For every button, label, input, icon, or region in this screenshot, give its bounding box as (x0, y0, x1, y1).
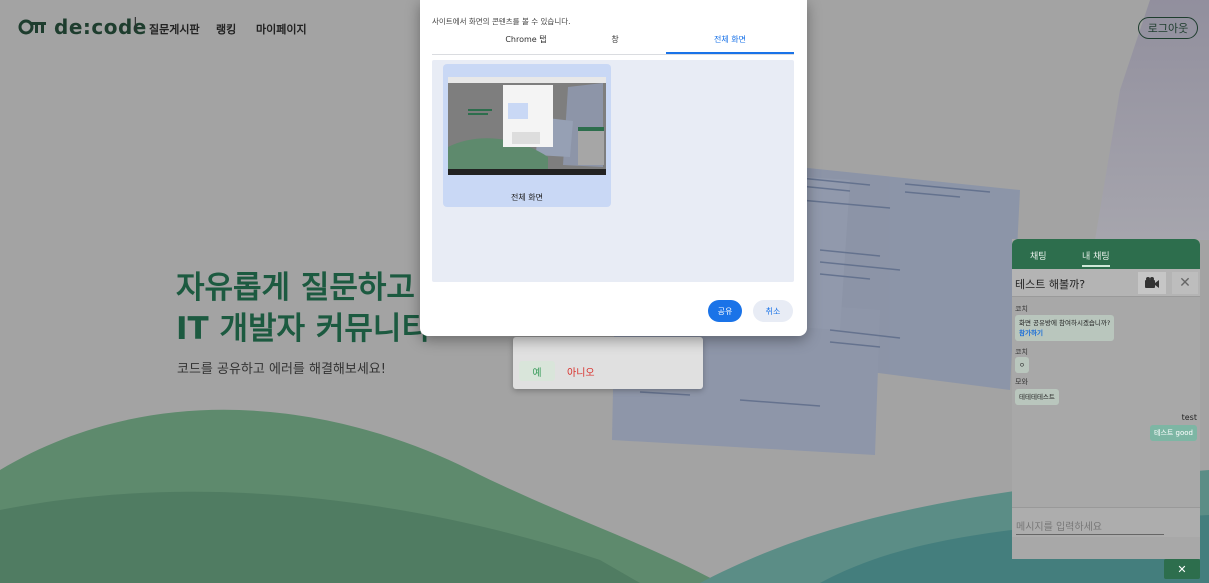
nav-link-board[interactable]: 질문게시판 (149, 21, 200, 37)
picker-description: 사이트에서 화면의 콘텐츠를 볼 수 있습니다. (432, 17, 571, 26)
join-link[interactable]: 참가하기 (1019, 328, 1110, 338)
message-bubble: ㅇ (1015, 357, 1029, 373)
hero-title-line1: 자유롭게 질문하고 딥 (176, 270, 455, 306)
tab-chat[interactable]: 채팅 (1030, 249, 1047, 262)
confirm-yes-button[interactable]: 예 (519, 361, 555, 381)
my-message-bubble: 테스트 good (1150, 425, 1197, 441)
message-text: 화면 공유방에 참여하시겠습니까? (1019, 319, 1111, 327)
logout-button[interactable]: 로그아웃 (1138, 17, 1198, 39)
key-logo-icon (18, 19, 46, 35)
nav-link-mypage[interactable]: 마이페이지 (256, 21, 307, 37)
tab-window[interactable]: 창 (551, 34, 679, 54)
chat-tabs: 채팅 내 채팅 (1012, 239, 1200, 269)
tab-my-chat[interactable]: 내 채팅 (1082, 249, 1110, 267)
source-grid: 전체 화면 (432, 60, 794, 282)
message-sender: 코치 (1015, 305, 1028, 313)
confirm-no-button[interactable]: 아니오 (567, 361, 595, 381)
input-underline (1016, 534, 1164, 535)
my-message-sender: test (1181, 413, 1197, 422)
nav-link-ranking[interactable]: 랭킹 (216, 21, 236, 37)
screen-thumbnail (448, 77, 606, 175)
chat-input[interactable]: 메시지를 입력하세요 (1012, 507, 1200, 537)
hero-subtitle: 코드를 공유하고 에러를 해결해보세요! (177, 362, 386, 377)
screen-option-label: 전체 화면 (511, 193, 543, 202)
screen-thumbnail-image (448, 77, 606, 175)
hero-title-line2: IT 개발자 커뮤니티 (176, 311, 430, 347)
nav-separator: | (133, 16, 138, 32)
chat-widget: 채팅 내 채팅 테스트 해볼까? ✕ 코치 화면 공유방에 참여하시겠습니까? … (1012, 239, 1200, 559)
chat-room-title: 테스트 해볼까? (1015, 278, 1086, 291)
chat-input-placeholder: 메시지를 입력하세요 (1016, 522, 1102, 533)
message-sender: 모와 (1015, 378, 1028, 386)
message-bubble: 화면 공유방에 참여하시겠습니까? 참가하기 (1015, 315, 1115, 341)
video-camera-glyph (1145, 277, 1159, 288)
confirm-dialog: 예 아니오 (513, 337, 703, 389)
tab-divider (432, 54, 794, 55)
chat-header: 테스트 해볼까? ✕ (1012, 269, 1200, 297)
message-bubble: 테테테테스트 (1015, 389, 1059, 405)
cancel-button[interactable]: 취소 (753, 300, 793, 322)
tab-entire-screen[interactable]: 전체 화면 (666, 34, 794, 54)
chat-minimize-button[interactable]: ✕ (1164, 559, 1200, 579)
logo[interactable]: de:code (18, 15, 147, 39)
share-button[interactable]: 공유 (708, 300, 742, 322)
video-camera-icon[interactable] (1138, 272, 1166, 294)
message-sender: 코치 (1015, 348, 1028, 356)
screen-share-picker: 사이트에서 화면의 콘텐츠를 볼 수 있습니다. Chrome 탭 창 전체 화… (420, 0, 807, 336)
chat-close-button[interactable]: ✕ (1172, 272, 1198, 294)
hero-title: 자유롭게 질문하고 딥 IT 개발자 커뮤니티 (176, 268, 454, 350)
entire-screen-option[interactable]: 전체 화면 (443, 64, 611, 207)
